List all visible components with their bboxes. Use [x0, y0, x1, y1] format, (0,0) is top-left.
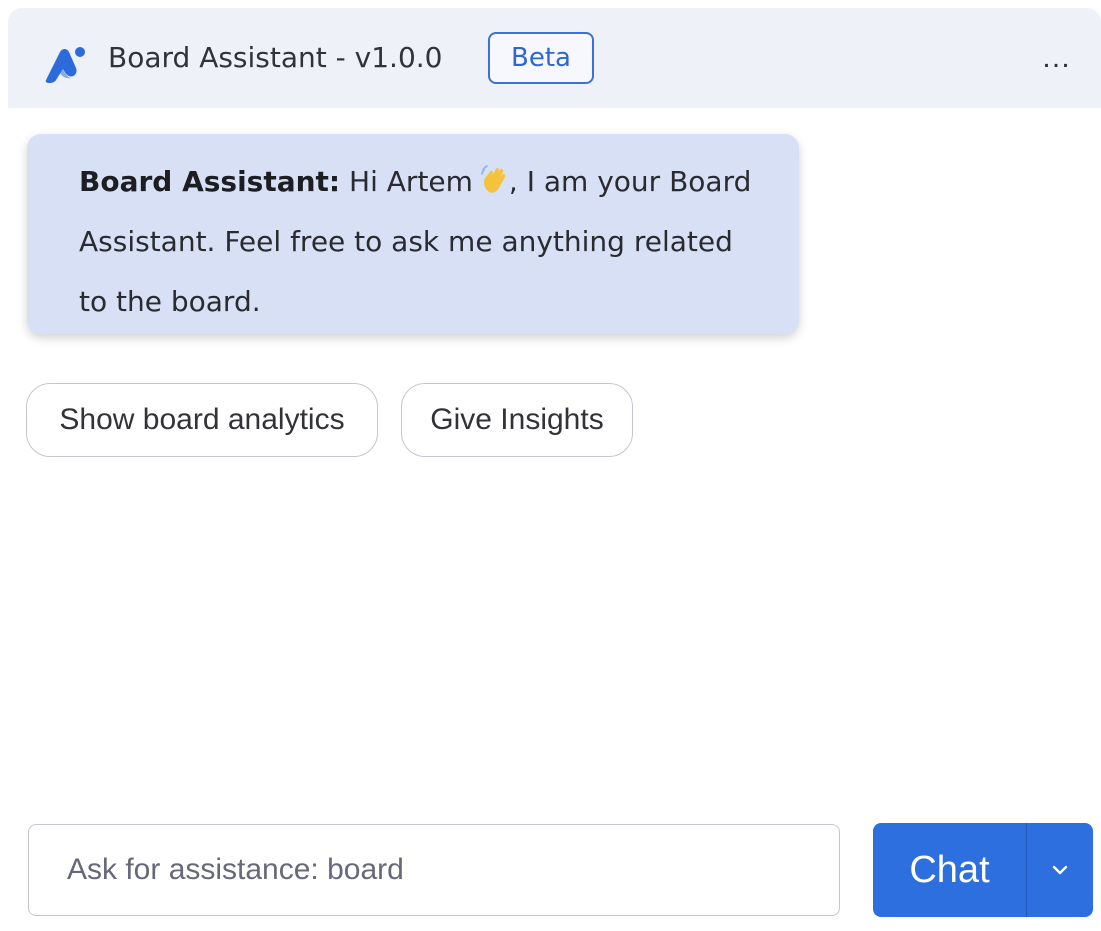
more-options-icon[interactable]: … — [1036, 41, 1076, 74]
beta-badge: Beta — [488, 32, 594, 84]
chat-split-button: Chat — [873, 823, 1093, 917]
chevron-down-icon — [1052, 865, 1068, 875]
board-assistant-panel: Board Assistant - v1.0.0 Beta … Board As… — [0, 0, 1101, 931]
show-board-analytics-chip[interactable]: Show board analytics — [26, 383, 378, 457]
message-sender: Board Assistant: — [79, 165, 341, 198]
give-insights-chip[interactable]: Give Insights — [401, 383, 633, 457]
assistant-title: Board Assistant - v1.0.0 — [108, 41, 443, 74]
waving-hand-icon — [481, 165, 506, 193]
assistance-input-container[interactable] — [28, 824, 840, 916]
assistant-message: Board Assistant: Hi Artem , I am your Bo… — [27, 134, 799, 334]
chat-dropdown-button[interactable] — [1027, 823, 1093, 917]
suggestion-chips: Show board analytics Give Insights — [26, 383, 633, 457]
assistance-input[interactable] — [65, 852, 839, 888]
panel-header: Board Assistant - v1.0.0 Beta … — [8, 8, 1101, 108]
board-assistant-logo-icon — [45, 47, 85, 83]
chat-button[interactable]: Chat — [873, 823, 1026, 917]
message-greeting: Hi Artem — [340, 165, 473, 198]
